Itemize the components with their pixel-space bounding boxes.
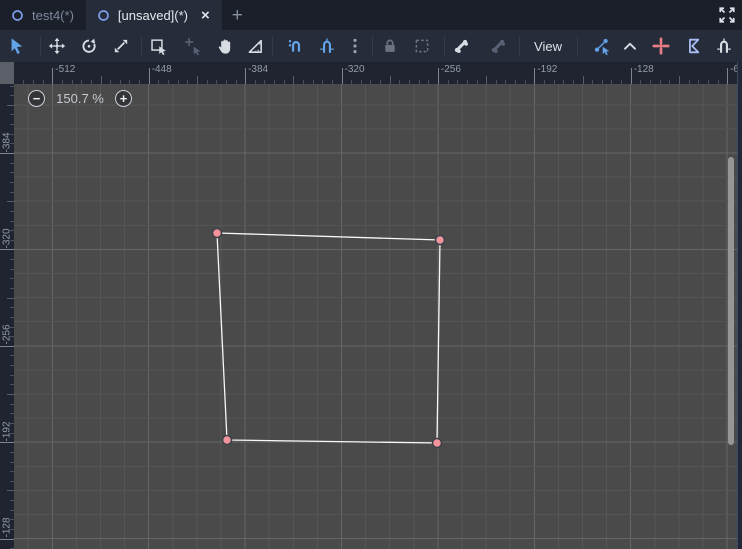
lock-button[interactable] — [381, 37, 399, 55]
smart-snap-button[interactable] — [287, 37, 305, 55]
canvas-grid — [14, 84, 737, 549]
polygon-vertex-handle[interactable] — [211, 227, 223, 239]
pixel-snap-button[interactable] — [715, 37, 733, 55]
tab-unsaved[interactable]: [unsaved](*) × — [85, 0, 222, 30]
polygon-vertex-handle[interactable] — [221, 434, 233, 446]
group-button[interactable] — [413, 37, 431, 55]
bone-button[interactable] — [452, 37, 470, 55]
tab-label: [unsaved](*) — [117, 7, 188, 23]
toolbar-separator — [272, 36, 273, 56]
godot-2d-editor-window: test4(*) [unsaved](*) × + View -512 -448-… — [0, 0, 742, 549]
horizontal-ruler: -512 -448 -384 -320 -256 -192 -128 -64 — [14, 62, 737, 84]
toolbar-separator — [372, 36, 373, 56]
ruler-label: -256 — [1, 324, 12, 345]
list-select-button[interactable] — [150, 37, 168, 55]
ruler-label: -384 — [248, 64, 269, 75]
ruler-label: -192 — [1, 421, 12, 442]
ruler-tool-button[interactable] — [246, 37, 264, 55]
snap-options-button[interactable] — [346, 37, 364, 55]
polygon-outline — [216, 232, 441, 444]
ruler-label: -128 — [1, 517, 12, 538]
zoom-out-button[interactable]: − — [28, 90, 45, 107]
zoom-level[interactable]: 150.7 % — [54, 91, 106, 106]
zoom-in-button[interactable]: + — [115, 90, 132, 107]
tab-test4[interactable]: test4(*) — [0, 0, 86, 30]
2d-canvas[interactable]: − 150.7 % + — [14, 84, 737, 549]
scale-tool-button[interactable] — [112, 37, 130, 55]
2d-viewport: -512 -448 -384 -320 -256 -192 -128 -64 -384 -320… — [0, 62, 742, 549]
scene-tabbar: test4(*) [unsaved](*) × + — [0, 0, 742, 30]
toolbar-separator — [40, 36, 41, 56]
ruler-corner — [0, 62, 14, 84]
plus-icon: + — [119, 91, 128, 106]
polygon-vertex-handle[interactable] — [431, 437, 443, 449]
edit-polygon-button[interactable] — [685, 37, 703, 55]
add-scene-tab-button[interactable]: + — [222, 0, 253, 30]
skeleton-options-button[interactable] — [489, 37, 507, 55]
expand-bottom-panel-icon[interactable] — [718, 6, 736, 24]
ruler-label: -512 — [55, 64, 76, 75]
tab-label: test4(*) — [32, 7, 74, 23]
edit-points-button[interactable] — [593, 37, 611, 55]
select-tool-button[interactable] — [8, 37, 26, 55]
ruler-label: -192 — [537, 64, 558, 75]
panel-edge — [737, 62, 742, 549]
ruler-label: -320 — [1, 228, 12, 249]
view-menu-button[interactable]: View — [525, 30, 571, 62]
close-tab-icon[interactable]: × — [201, 8, 210, 23]
create-points-button[interactable] — [652, 37, 670, 55]
toolbar-separator — [141, 36, 142, 56]
minus-icon: − — [32, 91, 41, 106]
move-tool-button[interactable] — [48, 37, 66, 55]
ruler-label: -128 — [633, 64, 654, 75]
toolbar-separator — [519, 36, 520, 56]
ruler-label: -320 — [344, 64, 365, 75]
ruler-label: -448 — [151, 64, 172, 75]
toolbar-separator — [444, 36, 445, 56]
ruler-label: -384 — [1, 131, 12, 152]
vertical-ruler: -384 -320 -256 -192 -128 — [0, 84, 14, 549]
ruler-label: -64 — [730, 64, 737, 75]
zoom-controls: − 150.7 % + — [28, 90, 132, 107]
grid-snap-button[interactable] — [318, 37, 336, 55]
ruler-label: -256 — [440, 64, 461, 75]
vertical-scrollbar[interactable] — [728, 157, 734, 445]
toolbar-separator — [577, 36, 578, 56]
pivot-tool-button[interactable] — [184, 37, 202, 55]
rotate-tool-button[interactable] — [80, 37, 98, 55]
collapse-chevron-button[interactable] — [621, 37, 639, 55]
pan-tool-button[interactable] — [216, 37, 234, 55]
polygon-vertex-handle[interactable] — [434, 234, 446, 246]
scene-node-icon — [10, 8, 25, 23]
canvas-item-toolbar: View — [0, 30, 742, 62]
scene-node-icon — [96, 8, 111, 23]
